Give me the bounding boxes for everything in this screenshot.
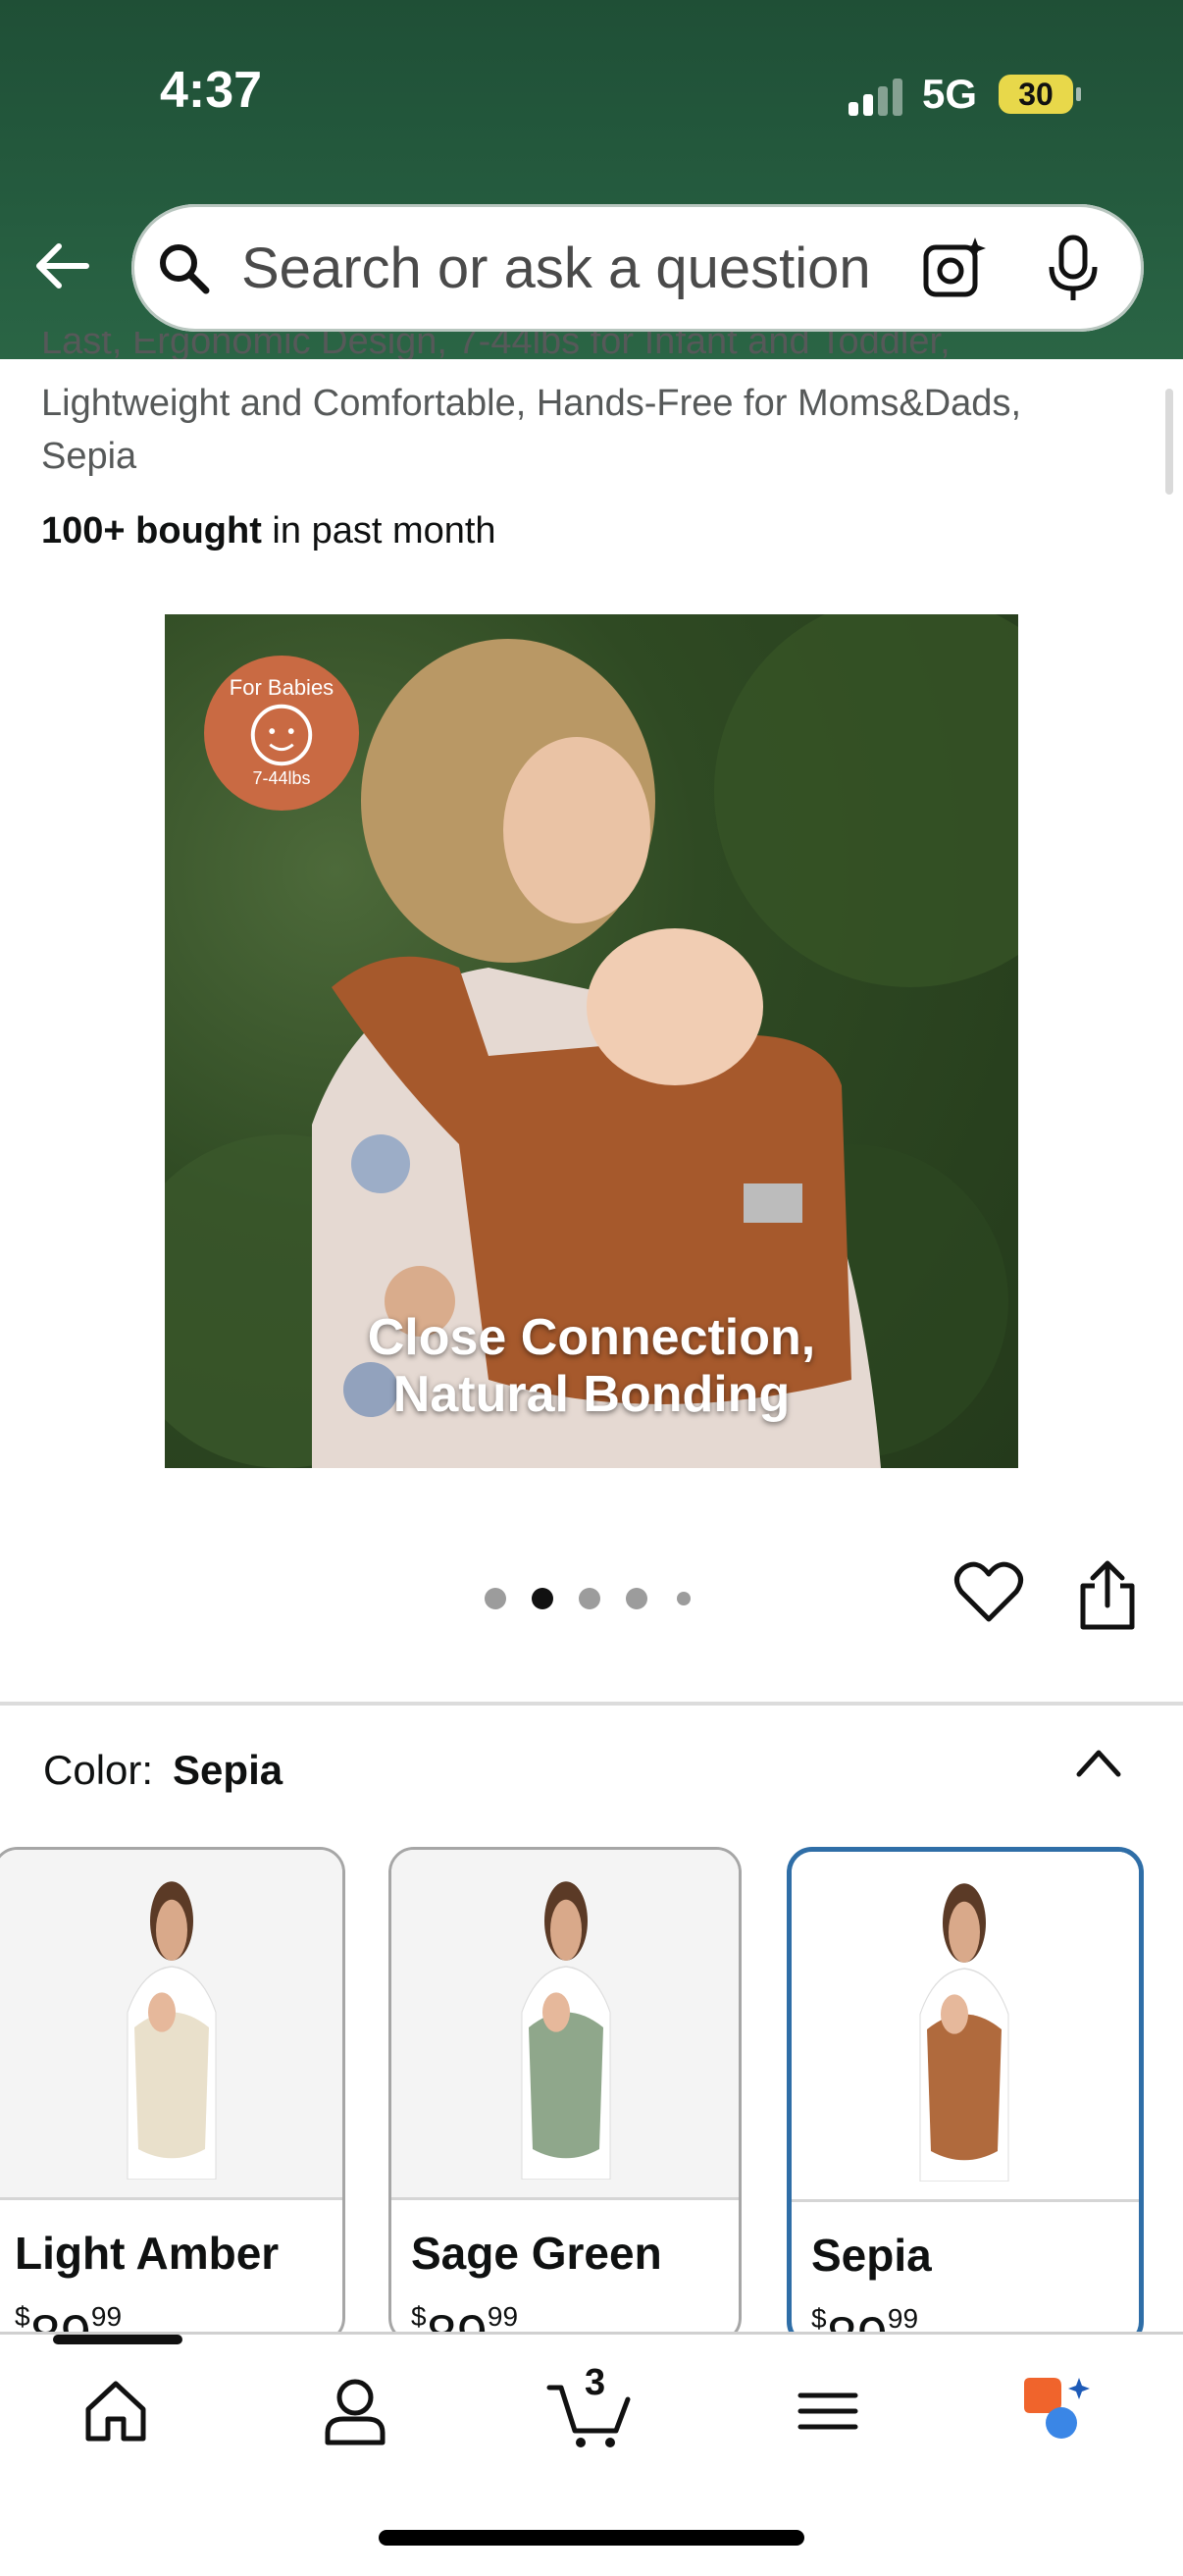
price-fraction: 99 — [887, 2303, 919, 2334]
home-icon[interactable] — [78, 2374, 153, 2448]
color-option-name: Light Amber — [15, 2228, 280, 2279]
search-bar[interactable]: Search or ask a question — [131, 204, 1144, 332]
product-title-line: Lightweight and Comfortable, Hands-Free … — [41, 383, 1022, 424]
color-option-thumbnail — [391, 1850, 739, 2200]
product-image[interactable]: For Babies 7-44lbs Close Connection, Nat… — [165, 614, 1018, 1468]
price-currency: $ — [811, 2303, 827, 2334]
image-caption-line: Close Connection, — [367, 1309, 816, 1366]
color-option-sage-green[interactable]: Sage Green $8999 — [388, 1847, 742, 2343]
section-divider — [0, 1702, 1183, 1706]
home-indicator — [379, 2530, 804, 2546]
price-fraction: 99 — [487, 2301, 519, 2332]
search-placeholder[interactable]: Search or ask a question — [241, 236, 871, 301]
color-label-text: Color: — [43, 1747, 154, 1793]
color-option-thumbnail — [0, 1850, 342, 2200]
color-option-name: Sepia — [811, 2230, 932, 2281]
color-option-sepia[interactable]: Sepia $8999 — [787, 1847, 1144, 2347]
active-tab-indicator — [53, 2335, 182, 2344]
product-title-line: Last, Ergonomic Design, 7-44lbs for Infa… — [41, 332, 951, 359]
carousel-dot[interactable] — [626, 1588, 647, 1609]
app-header: 4:37 5G 30 Search or ask a question — [0, 0, 1183, 359]
cart-count: 3 — [585, 2362, 606, 2403]
image-caption-line: Natural Bonding — [392, 1366, 791, 1423]
menu-icon[interactable] — [791, 2374, 865, 2448]
product-title-line: Sepia — [41, 436, 137, 477]
carousel-dot[interactable] — [677, 1592, 691, 1605]
baby-face-icon — [250, 704, 313, 766]
price-currency: $ — [411, 2301, 427, 2332]
carousel-dot-active[interactable] — [532, 1588, 553, 1609]
price-currency: $ — [15, 2301, 30, 2332]
bought-count: 100+ bought in past month — [41, 510, 496, 552]
microphone-icon[interactable] — [1044, 234, 1103, 304]
network-type: 5G — [922, 71, 978, 117]
price-fraction: 99 — [90, 2301, 123, 2332]
color-selector-label: Color: Sepia — [43, 1747, 283, 1794]
camera-lens-icon[interactable] — [920, 234, 989, 302]
model-carrier-image — [521, 1881, 611, 2180]
badge-weight: 7-44lbs — [252, 768, 311, 788]
chevron-up-icon[interactable] — [1073, 1743, 1124, 1782]
color-option-name: Sage Green — [411, 2228, 662, 2279]
account-icon[interactable] — [318, 2374, 392, 2448]
image-carousel-dots[interactable] — [485, 1584, 700, 1613]
back-arrow-icon[interactable] — [29, 232, 98, 300]
carousel-dot[interactable] — [579, 1588, 600, 1609]
model-carrier-image — [919, 1883, 1009, 2182]
heart-icon[interactable] — [953, 1558, 1024, 1625]
carousel-dot[interactable] — [485, 1588, 506, 1609]
search-icon — [160, 244, 210, 294]
bought-count-rest: in past month — [261, 510, 496, 552]
signal-strength-icon — [849, 77, 907, 116]
rufus-assistant-icon[interactable] — [1018, 2374, 1093, 2448]
product-title: Last, Ergonomic Design, 7-44lbs for Infa… — [41, 332, 1130, 483]
bought-count-bold: 100+ bought — [41, 510, 262, 552]
age-range-badge: For Babies 7-44lbs — [204, 656, 359, 811]
model-carrier-image — [127, 1881, 217, 2180]
scrollbar — [1165, 389, 1173, 495]
battery-indicator: 30 — [999, 75, 1081, 114]
image-caption: Close Connection, Natural Bonding — [165, 1309, 1018, 1423]
share-icon[interactable] — [1073, 1558, 1142, 1633]
color-option-thumbnail — [792, 1852, 1139, 2202]
selected-color-value: Sepia — [173, 1747, 283, 1793]
color-option-light-amber[interactable]: Light Amber $8999 — [0, 1847, 345, 2343]
status-time: 4:37 — [160, 62, 263, 119]
